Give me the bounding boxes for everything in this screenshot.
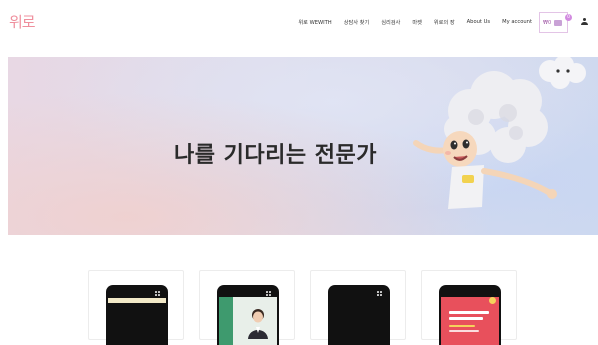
phone-screen-counselor-image — [217, 285, 279, 345]
nav-item-my-account[interactable]: My account — [502, 19, 532, 26]
nav-item-market[interactable]: 마켓 — [412, 19, 422, 26]
nav-item-about-us[interactable]: About Us — [467, 19, 491, 26]
cloud-mascot-illustration — [413, 57, 586, 209]
phone-screen-yellow-banner-image — [106, 285, 168, 345]
cart-total: ₩0 — [543, 19, 552, 26]
nav-item-wero-place[interactable]: 위로의 장 — [434, 19, 455, 26]
cart-count-badge: 0 — [565, 14, 572, 21]
site-logo[interactable]: 위로 — [9, 11, 36, 32]
cart-icon — [554, 19, 563, 26]
product-card-1[interactable] — [88, 270, 184, 345]
phone-screen-red-promo-image — [439, 285, 501, 345]
nav-item-psych-test[interactable]: 심리검사 — [381, 19, 400, 26]
main-nav: 위로 WEWITH 상담사 찾기 심리검사 마켓 위로의 장 About Us … — [298, 19, 532, 26]
hero-banner: 나를 기다리는 전문가 — [8, 57, 598, 235]
user-icon[interactable] — [581, 18, 588, 26]
product-card-4[interactable] — [421, 270, 517, 345]
product-card-2[interactable] — [199, 270, 295, 345]
hero-title: 나를 기다리는 전문가 — [174, 143, 377, 168]
nav-item-wewith[interactable]: 위로 WEWITH — [298, 19, 331, 26]
cart-button[interactable]: ₩0 — [539, 12, 568, 33]
nav-item-find-counselor[interactable]: 상담사 찾기 — [344, 19, 370, 26]
phone-screen-dark-image — [328, 285, 390, 345]
product-card-3[interactable] — [310, 270, 406, 345]
site-header: 위로 위로 WEWITH 상담사 찾기 심리검사 마켓 위로의 장 About … — [0, 0, 598, 50]
